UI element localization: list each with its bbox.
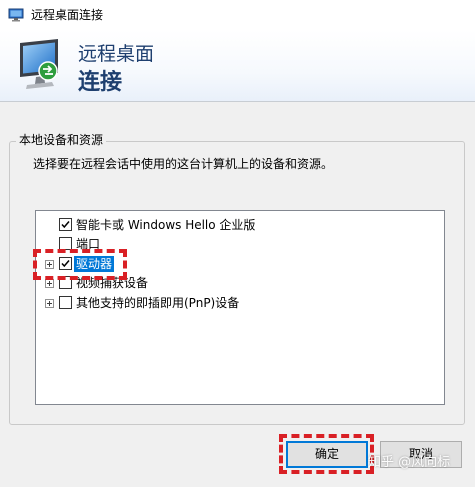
tree-item-label: 视频捕获设备 <box>76 276 149 290</box>
tree-item-smart-card[interactable]: 智能卡或 Windows Hello 企业版 <box>36 216 444 234</box>
tree-item-label: 端口 <box>76 237 101 251</box>
checkbox-drives[interactable] <box>59 257 72 270</box>
group-legend: 本地设备和资源 <box>16 132 107 148</box>
expand-icon[interactable] <box>45 279 54 288</box>
title-bar[interactable]: 远程桌面连接 <box>0 0 475 30</box>
remote-desktop-icon <box>8 8 24 22</box>
checkbox-ports[interactable] <box>59 237 72 250</box>
tree-item-label: 其他支持的即插即用(PnP)设备 <box>76 296 240 310</box>
checkbox-video-capture[interactable] <box>59 276 72 289</box>
tree-item-ports[interactable]: 端口 <box>36 235 444 253</box>
tree-item-label: 智能卡或 Windows Hello 企业版 <box>76 218 256 232</box>
banner-title-line1: 远程桌面 <box>78 43 155 65</box>
tree-item-label: 驱动器 <box>74 256 115 272</box>
ok-button[interactable]: 确定 <box>286 441 368 468</box>
checkmark-icon <box>61 260 70 268</box>
device-tree[interactable]: 智能卡或 Windows Hello 企业版 端口 驱动器 视频捕获设备 其他支… <box>35 210 445 405</box>
monitor-connection-icon <box>20 39 58 89</box>
watermark-text: 知乎 @风向标 <box>368 455 451 470</box>
expand-icon[interactable] <box>45 260 54 269</box>
tree-item-drives[interactable]: 驱动器 <box>36 255 444 273</box>
remote-desktop-dialog: 远程桌面连接 远程桌面 连接 本地设备和资源 选择要在远程会话中使用的这台计算机… <box>0 0 475 487</box>
header-banner: 远程桌面 连接 <box>0 30 475 102</box>
checkmark-icon <box>61 221 70 229</box>
group-description: 选择要在远程会话中使用的这台计算机上的设备和资源。 <box>33 157 334 171</box>
checkbox-smart-card[interactable] <box>59 218 72 231</box>
window-title: 远程桌面连接 <box>31 8 104 22</box>
tree-item-pnp-devices[interactable]: 其他支持的即插即用(PnP)设备 <box>36 294 444 312</box>
tree-item-video-capture[interactable]: 视频捕获设备 <box>36 274 444 292</box>
banner-title-line2: 连接 <box>78 70 123 95</box>
checkbox-pnp-devices[interactable] <box>59 296 72 309</box>
expand-icon[interactable] <box>45 299 54 308</box>
